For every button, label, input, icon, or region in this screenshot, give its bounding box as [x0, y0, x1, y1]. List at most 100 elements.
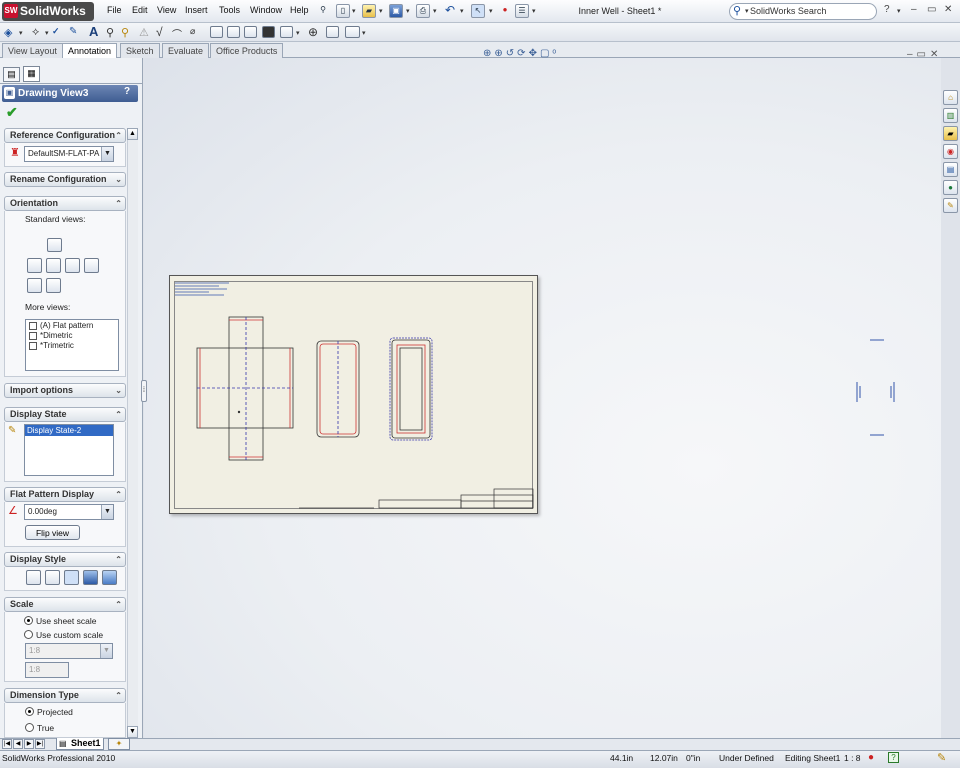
- pan-icon[interactable]: ✥: [529, 48, 540, 59]
- previous-view-icon[interactable]: ↺: [506, 48, 517, 59]
- expand-icon[interactable]: ⌄: [115, 384, 122, 397]
- hole-callout-icon[interactable]: ⌀: [190, 26, 195, 37]
- zoom-area-icon[interactable]: ⊕: [494, 48, 505, 59]
- heads-up-view-toolbar[interactable]: ⊕⊕↺⟳✥▢ᵒ: [483, 48, 623, 62]
- search-results-icon[interactable]: ◉: [943, 144, 958, 159]
- collapse-icon[interactable]: ⌃: [115, 488, 122, 501]
- menu-file[interactable]: File: [107, 5, 122, 15]
- ok-button[interactable]: ✔: [6, 104, 18, 121]
- datum-feature-icon[interactable]: [227, 26, 240, 38]
- scroll-up-icon[interactable]: ▲: [127, 128, 138, 140]
- scroll-down-icon[interactable]: ▼: [127, 726, 138, 738]
- centerline-icon[interactable]: [326, 26, 339, 38]
- hidden-lines-visible-icon[interactable]: [45, 570, 60, 585]
- print-icon[interactable]: ⎙: [416, 4, 430, 18]
- undo-icon[interactable]: ↶: [443, 4, 457, 18]
- list-item[interactable]: (A) Flat pattern: [40, 321, 93, 330]
- collapse-icon[interactable]: ⌃: [115, 553, 122, 566]
- note-icon[interactable]: A: [89, 24, 98, 39]
- help-button[interactable]: ?: [884, 4, 890, 15]
- reference-configuration-select[interactable]: DefaultSM-FLAT-PA ▼: [24, 146, 114, 162]
- custom-scale-input[interactable]: 1:8: [25, 662, 69, 678]
- panel-splitter-handle[interactable]: ⁞: [141, 380, 147, 402]
- front-view-icon[interactable]: [46, 258, 61, 273]
- surface-finish-icon[interactable]: √: [156, 25, 163, 39]
- section-dimension-type[interactable]: Dimension Type ⌃: [4, 688, 126, 703]
- chevron-down-icon[interactable]: ▾: [489, 7, 493, 15]
- datum-target-icon[interactable]: [244, 26, 257, 38]
- list-item[interactable]: *Dimetric: [40, 331, 72, 340]
- tab-view-layout[interactable]: View Layout: [2, 43, 63, 58]
- panel-scrollbar[interactable]: [127, 128, 138, 738]
- use-custom-scale-label[interactable]: Use custom scale: [36, 630, 103, 640]
- use-sheet-scale-label[interactable]: Use sheet scale: [36, 616, 96, 626]
- select-cursor-icon[interactable]: ↖: [471, 4, 485, 18]
- chevron-down-icon[interactable]: ▾: [460, 7, 464, 15]
- chevron-down-icon[interactable]: ▾: [352, 7, 356, 15]
- bottom-view-icon[interactable]: [46, 278, 61, 293]
- collapse-icon[interactable]: ⌃: [115, 129, 122, 142]
- chevron-down-icon[interactable]: ▾: [296, 29, 300, 37]
- list-item-selected[interactable]: Display State-2: [25, 425, 113, 436]
- view-palette-icon[interactable]: ▤: [943, 162, 958, 177]
- section-rename-configuration[interactable]: Rename Configuration ⌄: [4, 172, 126, 187]
- close-button[interactable]: ✕: [944, 4, 952, 15]
- auto-balloon-icon[interactable]: ⚲: [121, 26, 129, 39]
- magnetic-line-icon[interactable]: ⚠: [139, 26, 149, 39]
- property-manager-tab-icon[interactable]: ▦: [23, 66, 40, 82]
- checkbox[interactable]: [29, 322, 37, 330]
- spell-check-icon[interactable]: ✓: [52, 26, 60, 37]
- chevron-down-icon[interactable]: ▾: [745, 7, 749, 15]
- top-view-icon[interactable]: [84, 258, 99, 273]
- design-library-icon[interactable]: ▥: [943, 108, 958, 123]
- collapse-icon[interactable]: ⌃: [115, 598, 122, 611]
- shaded-icon[interactable]: [102, 570, 117, 585]
- pin-icon[interactable]: ⚲: [316, 4, 330, 18]
- custom-scale-select[interactable]: 1:8 ▼: [25, 643, 113, 659]
- isometric-view-icon[interactable]: [27, 278, 42, 293]
- hatch-fill-icon[interactable]: [262, 26, 275, 38]
- geometric-tolerance-icon[interactable]: [210, 26, 223, 38]
- file-properties-icon[interactable]: ☰: [515, 4, 529, 18]
- true-label[interactable]: True: [37, 723, 54, 733]
- shaded-with-edges-icon[interactable]: [83, 570, 98, 585]
- smart-dimension-icon[interactable]: ◈: [4, 26, 12, 39]
- section-scale[interactable]: Scale ⌃: [4, 597, 126, 612]
- tab-sketch[interactable]: Sketch: [120, 43, 160, 58]
- file-explorer-icon[interactable]: ▰: [943, 126, 958, 141]
- last-sheet-icon[interactable]: ▶|: [35, 739, 45, 749]
- weld-symbol-icon[interactable]: ⌒: [172, 26, 182, 41]
- chevron-down-icon[interactable]: ▾: [362, 29, 366, 37]
- wireframe-icon[interactable]: [26, 570, 41, 585]
- menu-tools[interactable]: Tools: [219, 5, 240, 15]
- right-view-icon[interactable]: [65, 258, 80, 273]
- menu-view[interactable]: View: [157, 5, 176, 15]
- scale-status[interactable]: 1 : 8: [844, 753, 861, 763]
- hidden-lines-removed-icon[interactable]: [64, 570, 79, 585]
- open-folder-icon[interactable]: ▰: [362, 4, 376, 18]
- chevron-down-icon[interactable]: ▾: [45, 29, 49, 37]
- zoom-to-fit-icon[interactable]: ⊕: [483, 48, 494, 59]
- new-document-icon[interactable]: ▯: [336, 4, 350, 18]
- section-flat-pattern-display[interactable]: Flat Pattern Display ⌃: [4, 487, 126, 502]
- use-custom-scale-radio[interactable]: [24, 630, 33, 639]
- collapse-icon[interactable]: ⌃: [115, 408, 122, 421]
- feature-manager-tab-icon[interactable]: ▤: [3, 67, 20, 82]
- hide-show-icon[interactable]: ᵒ: [552, 48, 559, 59]
- appearances-icon[interactable]: ●: [943, 180, 958, 195]
- back-view-icon[interactable]: [47, 238, 62, 252]
- true-radio[interactable]: [25, 723, 34, 732]
- chevron-down-icon[interactable]: ▼: [100, 644, 112, 658]
- rotate-icon[interactable]: ⟳: [517, 48, 528, 59]
- chevron-down-icon[interactable]: ▼: [101, 505, 113, 519]
- table-icon[interactable]: [345, 26, 360, 38]
- flip-view-button[interactable]: Flip view: [25, 525, 80, 540]
- rebuild-icon[interactable]: ●: [498, 4, 512, 18]
- restore-button[interactable]: ▭: [927, 4, 936, 15]
- chevron-down-icon[interactable]: ▾: [433, 7, 437, 15]
- model-items-icon[interactable]: ⟡: [32, 26, 39, 39]
- section-display-state[interactable]: Display State ⌃: [4, 407, 126, 422]
- tab-annotation[interactable]: Annotation: [62, 43, 118, 59]
- chevron-down-icon[interactable]: ▾: [532, 7, 536, 15]
- checkbox[interactable]: [29, 332, 37, 340]
